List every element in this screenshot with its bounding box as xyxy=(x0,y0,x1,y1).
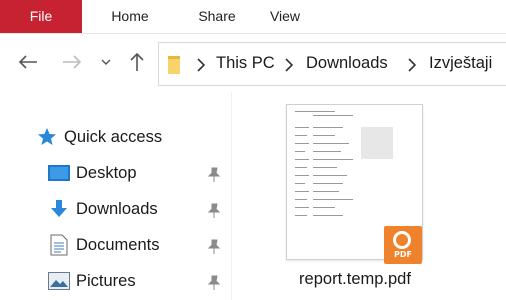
tab-home[interactable]: Home xyxy=(82,0,178,33)
tab-share[interactable]: Share xyxy=(178,0,256,33)
downloads-icon xyxy=(51,200,67,217)
star-icon xyxy=(38,128,56,145)
file-list: PDF report.temp.pdf xyxy=(232,92,506,300)
nav-item-pictures[interactable]: Pictures xyxy=(0,266,232,298)
desktop-icon xyxy=(48,165,70,181)
nav-item-label: Quick access xyxy=(64,128,163,146)
nav-item-quick-access[interactable]: Quick access xyxy=(0,122,232,154)
chevron-down-icon xyxy=(101,59,111,65)
pin-icon[interactable] xyxy=(207,275,221,291)
breadcrumb-this-pc[interactable]: This PC xyxy=(216,54,275,73)
pdf-badge-icon: PDF xyxy=(384,226,422,264)
folder-icon xyxy=(168,56,180,74)
arrow-right-icon xyxy=(63,55,82,69)
file-item[interactable]: PDF report.temp.pdf xyxy=(280,102,430,298)
up-button[interactable] xyxy=(125,48,149,76)
documents-icon xyxy=(50,234,68,256)
nav-item-documents[interactable]: Documents xyxy=(0,230,232,262)
nav-item-desktop[interactable]: Desktop xyxy=(0,158,232,190)
navigation-bar: This PC Downloads Izvještaji xyxy=(0,34,506,92)
nav-item-downloads[interactable]: Downloads xyxy=(0,194,232,226)
nav-item-label: Downloads xyxy=(76,200,158,218)
address-bar[interactable]: This PC Downloads Izvještaji xyxy=(158,42,506,86)
chevron-right-icon xyxy=(197,58,205,72)
breadcrumb-downloads[interactable]: Downloads xyxy=(306,54,388,73)
arrow-left-icon xyxy=(18,55,37,69)
pin-icon[interactable] xyxy=(207,203,221,219)
chevron-right-icon xyxy=(408,58,416,72)
tab-file[interactable]: File xyxy=(0,0,82,33)
nav-item-label: Pictures xyxy=(76,272,136,290)
breadcrumb-izvjestaji[interactable]: Izvještaji xyxy=(429,54,492,73)
placeholder-image-icon xyxy=(361,127,393,159)
ribbon-tabs: File Home Share View xyxy=(0,0,506,34)
recent-locations-button[interactable] xyxy=(96,48,116,76)
pictures-icon xyxy=(48,272,70,290)
arrow-up-icon xyxy=(130,52,144,71)
chevron-right-icon xyxy=(285,58,293,72)
forward-button[interactable] xyxy=(60,48,84,76)
tab-view[interactable]: View xyxy=(256,0,314,33)
pin-icon[interactable] xyxy=(207,239,221,255)
pin-icon[interactable] xyxy=(207,167,221,183)
file-name: report.temp.pdf xyxy=(299,270,411,288)
navigation-pane: Quick access Desktop Downloads Documents xyxy=(0,92,232,300)
back-button[interactable] xyxy=(16,48,40,76)
nav-item-label: Desktop xyxy=(76,164,137,182)
nav-item-label: Documents xyxy=(76,236,160,254)
